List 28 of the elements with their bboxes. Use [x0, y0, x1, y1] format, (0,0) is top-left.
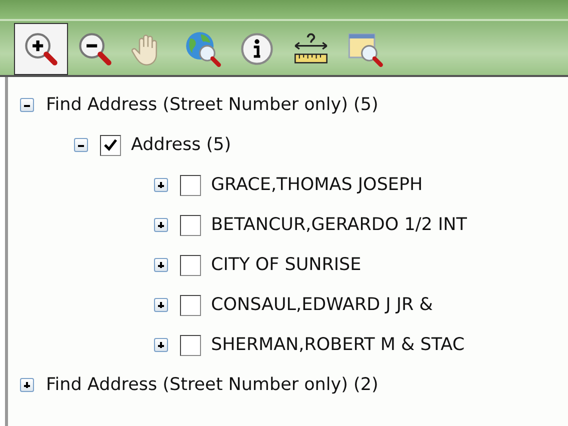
tree-item-label[interactable]: Find Address (Street Number only) (5): [46, 95, 378, 115]
zoom-in-tool[interactable]: [14, 23, 68, 75]
expand-button[interactable]: [154, 258, 168, 272]
info-icon: [238, 30, 276, 68]
expand-button[interactable]: [20, 378, 34, 392]
tree-item-label[interactable]: CITY OF SUNRISE: [211, 255, 362, 275]
checkbox[interactable]: [180, 214, 201, 236]
tree-item-label[interactable]: Find Address (Street Number only) (2): [46, 375, 378, 395]
checkbox[interactable]: [180, 334, 201, 356]
checkmark-icon: [103, 138, 118, 152]
expand-button[interactable]: [154, 298, 168, 312]
checkbox[interactable]: [180, 294, 201, 316]
tree-item-label[interactable]: CONSAUL,EDWARD J JR &: [211, 295, 433, 315]
zoom-in-icon: [22, 30, 60, 68]
expand-button[interactable]: [154, 178, 168, 192]
tree-item-label[interactable]: GRACE,THOMAS JOSEPH: [211, 175, 423, 195]
expand-button[interactable]: [154, 218, 168, 232]
tree-item-label[interactable]: BETANCUR,GERARDO 1/2 INT: [211, 215, 467, 235]
checkbox[interactable]: [180, 174, 201, 196]
collapse-button[interactable]: [20, 98, 34, 112]
globe-search-icon: [184, 30, 222, 68]
tree-item-label[interactable]: SHERMAN,ROBERT M & STAC: [211, 335, 465, 355]
expand-button[interactable]: [154, 338, 168, 352]
checkbox[interactable]: [100, 134, 121, 156]
zoom-out-icon: [76, 30, 114, 68]
collapse-button[interactable]: [74, 138, 88, 152]
checkbox[interactable]: [180, 254, 201, 276]
tree-item-label[interactable]: Address (5): [131, 135, 232, 155]
